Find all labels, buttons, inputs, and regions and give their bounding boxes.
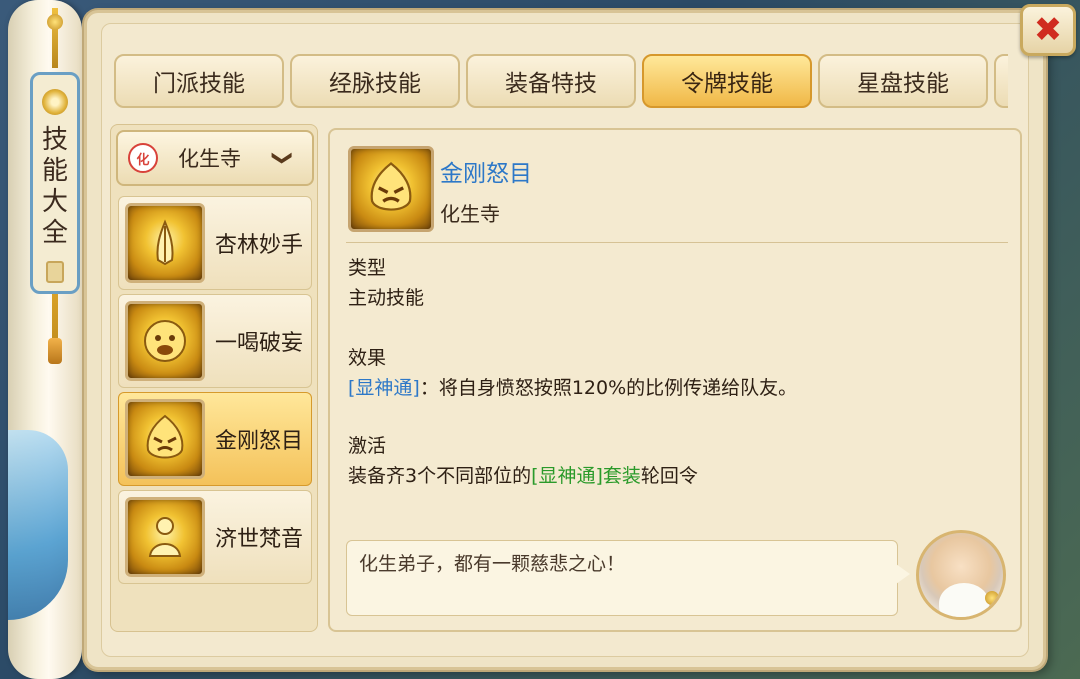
beard-decoration bbox=[939, 583, 989, 617]
tab-star-chart-skills[interactable]: 星盘技能 bbox=[818, 54, 988, 108]
npc-avatar bbox=[916, 530, 1006, 620]
tassel-decoration bbox=[48, 294, 62, 364]
sidebar-plaque: 技能大全 bbox=[30, 72, 80, 294]
skill-name: 金刚怒目 bbox=[215, 429, 304, 454]
skill-name: 杏林妙手 bbox=[215, 233, 304, 258]
type-heading: 类型 bbox=[348, 257, 387, 279]
tab-bar: 门派技能 经脉技能 装备特技 令牌技能 星盘技能 bbox=[112, 52, 1008, 110]
activate-prefix: 装备齐3个不同部位的 bbox=[348, 465, 532, 487]
seal-icon bbox=[46, 261, 64, 283]
tab-equipment-skills[interactable]: 装备特技 bbox=[466, 54, 636, 108]
prayer-bead-icon bbox=[985, 591, 999, 605]
list-item-skill[interactable]: 金刚怒目 bbox=[118, 392, 312, 486]
effect-heading: 效果 bbox=[348, 347, 387, 369]
list-item-skill[interactable]: 杏林妙手 bbox=[118, 196, 312, 290]
activate-line: 装备齐3个不同部位的[显神通]套装轮回令 bbox=[348, 464, 698, 488]
npc-quote-bubble: 化生弟子，都有一颗慈悲之心！ bbox=[346, 540, 898, 616]
sidebar-title: 技能大全 bbox=[41, 125, 68, 248]
effect-line: [显神通]：将自身愤怒按照120%的比例传递给队友。 bbox=[348, 376, 797, 400]
tab-token-skills[interactable]: 令牌技能 bbox=[642, 54, 812, 108]
meditating-monk-icon bbox=[125, 497, 205, 577]
effect-set-tag: [显神通] bbox=[348, 377, 420, 399]
activate-set-tag: [显神通]套装 bbox=[531, 465, 641, 487]
coin-icon bbox=[42, 89, 68, 115]
tassel-decoration bbox=[47, 8, 63, 68]
tab-meridian-skills[interactable]: 经脉技能 bbox=[290, 54, 460, 108]
list-item-skill[interactable]: 一喝破妄 bbox=[118, 294, 312, 388]
tab-school-skills[interactable]: 门派技能 bbox=[114, 54, 284, 108]
chevron-down-icon: ❯ bbox=[271, 149, 296, 167]
roaring-face-icon bbox=[125, 301, 205, 381]
ribbon-decoration bbox=[8, 430, 68, 620]
skill-title: 金刚怒目 bbox=[440, 161, 532, 187]
school-dropdown-label: 化生寺 bbox=[178, 147, 241, 171]
quote-bubble-tail bbox=[896, 564, 910, 584]
angry-vajra-face-icon bbox=[125, 399, 205, 479]
list-item-skill[interactable]: 济世梵音 bbox=[118, 490, 312, 584]
tab-more[interactable] bbox=[994, 54, 1008, 108]
sidebar-scroll: 技能大全 bbox=[8, 0, 82, 679]
praying-hands-icon bbox=[125, 203, 205, 283]
school-emblem-icon: 化 bbox=[128, 143, 158, 173]
activate-suffix: 轮回令 bbox=[640, 465, 698, 487]
skill-school: 化生寺 bbox=[440, 202, 500, 226]
skill-name: 济世梵音 bbox=[215, 527, 304, 552]
divider bbox=[346, 242, 1008, 243]
school-dropdown[interactable]: 化 化生寺 ❯ bbox=[116, 130, 314, 186]
skill-name: 一喝破妄 bbox=[215, 331, 304, 356]
effect-description: ：将自身愤怒按照120%的比例传递给队友。 bbox=[419, 377, 798, 399]
activate-heading: 激活 bbox=[348, 435, 387, 457]
close-button[interactable]: ✖ bbox=[1020, 4, 1076, 56]
type-value: 主动技能 bbox=[348, 287, 425, 309]
angry-vajra-face-icon bbox=[348, 146, 434, 232]
